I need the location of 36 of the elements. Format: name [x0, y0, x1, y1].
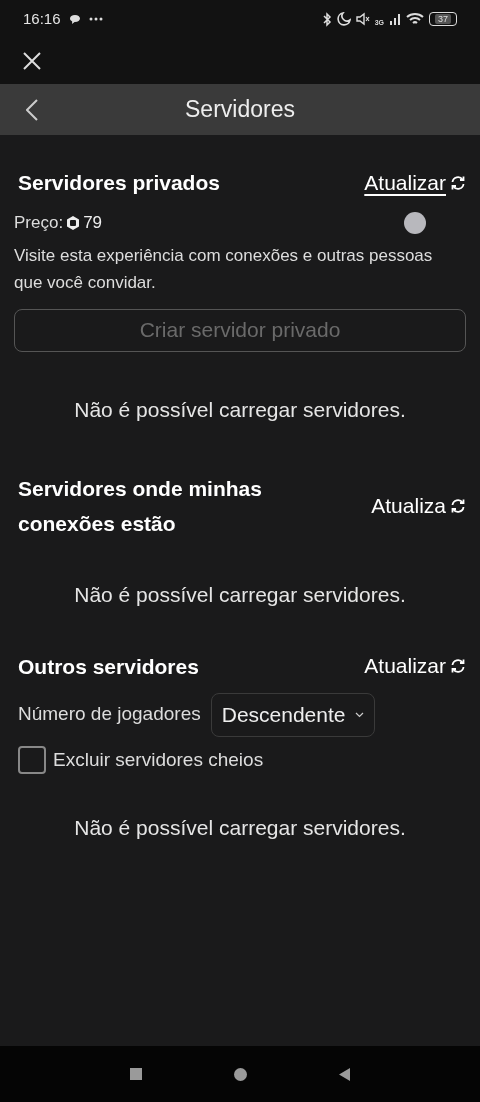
wifi-icon	[406, 12, 424, 26]
refresh-link[interactable]: Atualizar	[364, 166, 446, 199]
error-message: Não é possível carregar servidores.	[73, 396, 407, 423]
refresh-link[interactable]: Atualizar	[364, 650, 446, 682]
currency-icon	[65, 214, 82, 231]
section-heading: Servidores onde minhas conexões estão	[18, 476, 263, 537]
back-icon[interactable]	[339, 1067, 350, 1081]
chat-bubble-icon	[68, 13, 81, 25]
refresh-icon[interactable]	[450, 498, 466, 514]
error-message: Não é possível carregar servidores.	[73, 582, 407, 608]
toggle-knob[interactable]	[404, 211, 426, 234]
page-title: Servidores	[185, 95, 295, 125]
close-icon[interactable]	[22, 51, 42, 71]
back-icon[interactable]	[26, 98, 38, 121]
signal-icon	[389, 13, 401, 25]
refresh-icon[interactable]	[450, 658, 466, 674]
moon-icon	[336, 12, 351, 26]
section-heading: Servidores privados	[18, 170, 221, 196]
speaker-muted-icon	[355, 12, 370, 26]
sort-dropdown[interactable]: Descendente	[210, 692, 376, 737]
description-text: Visite esta experiência com conexões e outras pessoas que você convidar.	[14, 244, 434, 294]
checkbox-label: Excluir servidores cheios	[53, 747, 264, 772]
checkbox[interactable]	[18, 745, 46, 774]
section-heading: Outros servidores	[18, 653, 200, 680]
bluetooth-icon	[321, 11, 332, 27]
battery-indicator: 37	[429, 12, 457, 26]
price-label: Preço:	[14, 212, 64, 234]
error-message: Não é possível carregar servidores.	[73, 815, 407, 841]
sort-label: Número de jogadores	[18, 702, 201, 727]
refresh-link[interactable]: Atualiza	[371, 490, 446, 522]
price-value: 79	[83, 212, 103, 234]
refresh-icon[interactable]	[450, 174, 466, 191]
home-icon[interactable]	[234, 1067, 247, 1081]
chevron-down-icon	[355, 711, 365, 718]
status-time: 16:16	[23, 8, 61, 29]
more-dots-icon	[88, 17, 103, 21]
